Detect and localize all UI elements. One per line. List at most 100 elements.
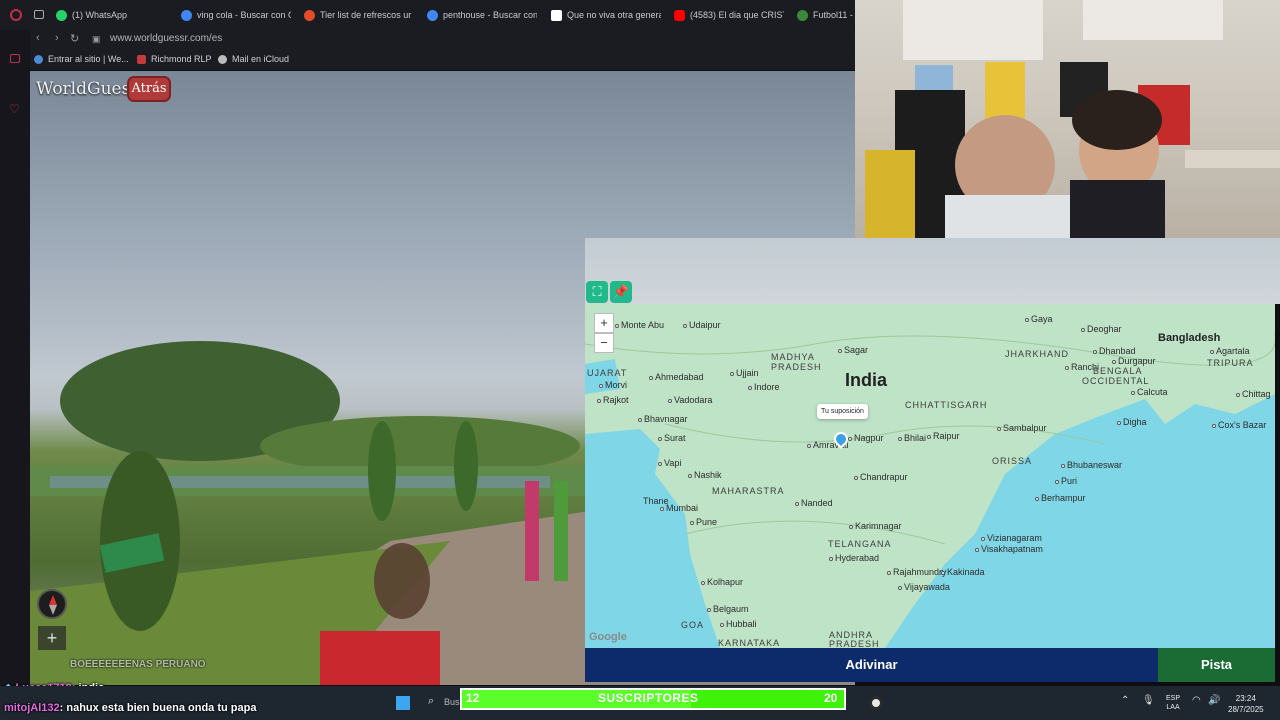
taskbar-search-field[interactable]: Bus (444, 697, 460, 707)
language-indicator[interactable]: ESP LAA (1166, 694, 1180, 712)
map-label: Nanded (795, 498, 833, 508)
map-label: Chittag (1236, 389, 1271, 399)
map-label: Agartala (1210, 346, 1250, 356)
hint-button[interactable]: Pista (1158, 648, 1275, 682)
bookmark-entrar[interactable]: Entrar al sitio | We... (34, 54, 129, 64)
address-bar: ‹ › ↻ ▣ www.worldguessr.com/es (0, 30, 855, 50)
map-label: Raipur (927, 431, 960, 441)
browser-tab-bar: (1) WhatsApp ving cola - Buscar con G Ti… (0, 0, 855, 30)
tab-youtube[interactable]: (4583) El dia que CRIST (674, 6, 784, 24)
subscriber-count: 12 (466, 691, 480, 705)
map-label: JHARKHAND (1005, 349, 1070, 359)
map-label: Belgaum (707, 604, 749, 614)
microphone-icon[interactable]: 🎙 (1142, 695, 1155, 706)
street-view-zoom-in-button[interactable]: + (38, 626, 66, 650)
bookmark-icloud[interactable]: Mail en iCloud (218, 54, 289, 64)
map-label: Durgapur (1112, 356, 1156, 366)
map-label: Rajahmundry (887, 567, 947, 577)
map-label: MAHARASTRA (712, 486, 785, 496)
richmond-icon (137, 54, 146, 64)
search-icon[interactable]: ⌕ (428, 695, 434, 708)
guess-map[interactable]: + − Monte Abu Udaipur Sagar Gaya Deoghar… (585, 304, 1275, 648)
map-country-label: India (845, 370, 888, 390)
map-label: CHHATTISGARH (905, 400, 988, 410)
map-label: Nagpur (848, 433, 884, 443)
tab-overview-icon[interactable] (34, 10, 44, 19)
map-label: UJARAT (587, 368, 628, 378)
map-label: OCCIDENTAL (1082, 376, 1150, 386)
tab-futbol11[interactable]: Futbol11 - D (797, 6, 855, 24)
back-arrow-icon[interactable]: ‹ (36, 32, 40, 44)
map-label: Vapi (658, 458, 681, 468)
map-label: ORISSA (992, 456, 1033, 466)
tab-search-cola[interactable]: ving cola - Buscar con G (181, 6, 291, 24)
tab-tier-list[interactable]: Tier list de refrescos ur (304, 6, 414, 24)
map-label: Morvi (599, 380, 627, 390)
compass-icon[interactable] (37, 589, 67, 619)
map-zoom-out-button[interactable]: − (594, 333, 614, 353)
map-label: PRADESH (771, 362, 822, 372)
chat-message: mitojAl132: nahux esta bien buena onda t… (4, 702, 257, 714)
bag-icon[interactable] (10, 54, 20, 63)
map-label: Chandrapur (854, 472, 908, 482)
map-label: Digha (1117, 417, 1147, 427)
map-label: Sambalpur (997, 423, 1047, 433)
map-label: Ujjain (730, 368, 759, 378)
map-label: Udaipur (683, 320, 721, 330)
webcam-overlay (855, 0, 1280, 238)
back-button[interactable]: Atrás (129, 78, 169, 100)
map-label: Bangladesh (1158, 332, 1221, 344)
obs-icon[interactable] (869, 696, 883, 710)
map-label: Surat (658, 433, 686, 443)
wifi-icon[interactable]: ◠ (1192, 695, 1201, 706)
chat-message-faded: BOEEEEEEENAS PERUANO (70, 659, 206, 670)
map-label: Calcuta (1131, 387, 1168, 397)
clock[interactable]: 23:24 28/7/2025 (1228, 693, 1264, 715)
reload-icon[interactable]: ↻ (70, 32, 79, 45)
map-label: Ahmedabad (649, 372, 704, 382)
tab-generation[interactable]: Que no viva otra genera (551, 6, 661, 24)
fullscreen-icon[interactable]: ⛶ (586, 281, 608, 303)
site-icon (304, 9, 315, 21)
lock-icon: ▣ (92, 34, 101, 44)
map-label: Kakinada (941, 567, 985, 577)
map-label: Rajkot (597, 395, 629, 405)
map-label: Nashik (688, 470, 722, 480)
google-logo: Google (589, 631, 627, 643)
forward-arrow-icon[interactable]: › (55, 32, 59, 44)
map-zoom-in-button[interactable]: + (594, 313, 614, 333)
map-label: Bhilai (898, 433, 926, 443)
whatsapp-icon (56, 9, 67, 21)
chevron-up-icon[interactable]: ⌃ (1121, 695, 1129, 706)
map-label: PRADESH (829, 639, 880, 648)
map-label: Gaya (1025, 314, 1053, 324)
map-label: Indore (748, 382, 780, 392)
map-label: Monte Abu (615, 320, 664, 330)
map-label: Puri (1055, 476, 1077, 486)
map-label: Deoghar (1081, 324, 1122, 334)
windows-start-icon[interactable] (396, 696, 410, 710)
map-label: Mumbai (660, 503, 698, 513)
bookmark-richmond[interactable]: Richmond RLP (137, 54, 212, 64)
apple-icon (218, 54, 227, 64)
map-label: GOA (681, 620, 705, 630)
bookmarks-bar: Entrar al sitio | We... Richmond RLP Mai… (0, 50, 855, 70)
map-label: TRIPURA (1207, 358, 1254, 368)
browser-sidebar: ♡ (0, 30, 30, 685)
map-label: Visakhapatnam (975, 544, 1043, 554)
map-toolbar: ⛶ 📌 (585, 280, 635, 304)
browser-logo-icon (10, 9, 22, 21)
futbol-icon (797, 9, 808, 21)
tab-whatsapp[interactable]: (1) WhatsApp (56, 6, 171, 24)
subscriber-label: SUSCRIPTORES (598, 691, 699, 705)
volume-icon[interactable]: 🔊 (1208, 695, 1220, 706)
url-field[interactable]: www.worldguessr.com/es (110, 33, 222, 44)
pin-icon[interactable]: 📌 (610, 281, 632, 303)
tab-search-penthouse[interactable]: penthouse - Buscar con (427, 6, 537, 24)
b-site-icon (551, 9, 562, 21)
heart-icon[interactable]: ♡ (9, 102, 20, 116)
map-label: Vadodara (668, 395, 712, 405)
map-label: Kolhapur (701, 577, 743, 587)
map-label: Dhanbad (1093, 346, 1136, 356)
guess-button[interactable]: Adivinar (585, 648, 1158, 682)
